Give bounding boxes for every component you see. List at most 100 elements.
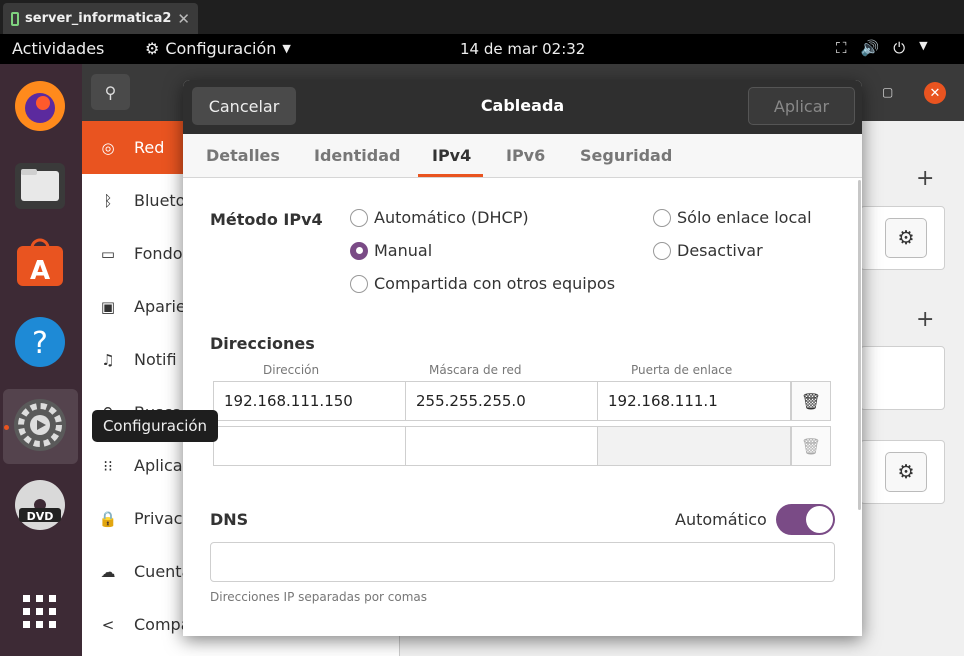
search-icon: ⚲	[104, 82, 117, 102]
address-field[interactable]: 192.168.111.150	[213, 381, 406, 421]
radio-circle	[653, 208, 671, 227]
settings-icon[interactable]	[12, 397, 68, 453]
app-menu-label: Configuración	[165, 39, 277, 58]
radio-label: Sólo enlace local	[677, 208, 812, 227]
privacy-icon: 🔒	[98, 509, 118, 528]
radio-circle	[350, 208, 368, 227]
close-window-button[interactable]: ✕	[924, 82, 946, 104]
column-header-address: Dirección	[263, 363, 320, 377]
vm-icon	[11, 11, 20, 26]
dvd-icon[interactable]: DVD	[12, 477, 68, 533]
show-apps-icon[interactable]	[12, 584, 68, 640]
chevron-down-icon: ▼	[919, 39, 928, 52]
addresses-label: Direcciones	[210, 334, 315, 353]
proxy-settings-button[interactable]: ⚙	[885, 452, 927, 492]
accounts-icon: ☁	[100, 562, 116, 581]
sidebar-item-label: Aparie	[134, 297, 186, 316]
notifications-icon: ♫	[101, 350, 115, 369]
dns-auto-label: Automático	[675, 510, 767, 529]
apps-icon: ⁝⁝	[103, 456, 113, 475]
network-status-icon: ⛶	[836, 39, 847, 57]
gear-icon: ⚙	[897, 227, 915, 249]
help-icon[interactable]: ?	[12, 314, 68, 370]
method-label: Método IPv4	[210, 210, 323, 229]
search-button[interactable]: ⚲	[91, 74, 130, 110]
sidebar-item-label: Blueto	[134, 191, 186, 210]
tab-detalles[interactable]: Detalles	[206, 146, 280, 165]
add-connection-button[interactable]: +	[916, 166, 934, 191]
delete-address-button: 🗑	[791, 426, 831, 466]
top-bar: Actividades ⚙ Configuración ▼ 14 de mar …	[0, 34, 964, 64]
power-icon: ⏻	[893, 39, 906, 57]
close-icon: ✕	[929, 85, 941, 101]
dns-auto-switch[interactable]	[776, 504, 835, 535]
gear-icon: ⚙	[897, 461, 915, 483]
apply-button[interactable]: Aplicar	[748, 87, 855, 125]
svg-text:?: ?	[32, 326, 48, 361]
vm-tab-bar: server_informatica2 ✕	[0, 0, 964, 34]
active-tab-indicator	[418, 174, 483, 177]
vpn-panel	[860, 346, 945, 410]
close-icon[interactable]: ✕	[177, 10, 190, 28]
switch-knob	[806, 506, 833, 533]
running-indicator	[4, 425, 9, 430]
scrollbar[interactable]	[858, 180, 861, 510]
radio-dhcp[interactable]: Automático (DHCP)	[350, 208, 529, 227]
dns-label: DNS	[210, 510, 249, 529]
sidebar-item-label: Red	[134, 138, 165, 157]
vm-tab-title: server_informatica2	[25, 11, 172, 26]
dialog-tabs: Detalles Identidad IPv4 IPv6 Seguridad	[183, 134, 862, 178]
chevron-down-icon: ▼	[282, 42, 291, 55]
wired-dialog: Cancelar Cableada Aplicar Detalles Ident…	[183, 80, 862, 636]
background-icon: ▭	[100, 244, 116, 263]
gateway-field[interactable]: 192.168.111.1	[597, 381, 791, 421]
radio-label: Automático (DHCP)	[374, 208, 529, 227]
activities-button[interactable]: Actividades	[12, 39, 104, 58]
files-icon[interactable]	[12, 158, 68, 214]
bluetooth-icon: ᛒ	[103, 191, 113, 210]
address-field[interactable]	[213, 426, 406, 466]
sidebar-item-label: Fondo	[134, 244, 183, 263]
tab-identidad[interactable]: Identidad	[314, 146, 400, 165]
gateway-field	[597, 426, 791, 466]
trash-icon: 🗑	[800, 391, 822, 411]
dock: A ? DVD	[0, 64, 82, 656]
add-vpn-button[interactable]: +	[916, 307, 934, 332]
tab-ipv4[interactable]: IPv4	[432, 146, 471, 165]
sidebar-item-label: Aplica	[134, 456, 183, 475]
column-header-gateway: Puerta de enlace	[631, 363, 733, 377]
maximize-icon[interactable]: ▢	[882, 85, 893, 99]
vm-tab[interactable]: server_informatica2 ✕	[3, 3, 198, 34]
radio-link-local[interactable]: Sólo enlace local	[653, 208, 812, 227]
appearance-icon: ▣	[100, 297, 116, 316]
radio-circle	[653, 241, 671, 260]
svg-text:A: A	[30, 256, 50, 286]
software-icon[interactable]: A	[12, 235, 68, 291]
dns-hint: Direcciones IP separadas por comas	[210, 590, 428, 604]
radio-label: Compartida con otros equipos	[374, 274, 616, 293]
dns-input[interactable]	[210, 542, 835, 582]
radio-circle	[350, 274, 368, 293]
radio-disable[interactable]: Desactivar	[653, 241, 763, 260]
svg-text:DVD: DVD	[27, 510, 54, 523]
tab-ipv6[interactable]: IPv6	[506, 146, 545, 165]
clock[interactable]: 14 de mar 02:32	[460, 40, 585, 58]
netmask-field[interactable]: 255.255.255.0	[405, 381, 598, 421]
column-header-netmask: Máscara de red	[429, 363, 522, 377]
app-menu[interactable]: ⚙ Configuración ▼	[145, 39, 291, 58]
sidebar-item-label: Privaci	[134, 509, 187, 528]
radio-label: Desactivar	[677, 241, 763, 260]
volume-icon: 🔊	[860, 39, 880, 57]
radio-manual[interactable]: Manual	[350, 241, 432, 260]
dock-tooltip: Configuración	[92, 410, 218, 442]
radio-label: Manual	[374, 241, 433, 260]
dialog-header: Cancelar Cableada Aplicar	[183, 80, 862, 134]
tab-seguridad[interactable]: Seguridad	[580, 146, 672, 165]
radio-shared[interactable]: Compartida con otros equipos	[350, 274, 615, 293]
firefox-icon[interactable]	[12, 78, 68, 134]
delete-address-button[interactable]: 🗑	[791, 381, 831, 421]
netmask-field[interactable]	[405, 426, 598, 466]
system-menu[interactable]: ⛶ 🔊 ⏻ ▼	[836, 39, 928, 57]
wired-settings-button[interactable]: ⚙	[885, 218, 927, 258]
gear-icon: ⚙	[145, 39, 160, 58]
